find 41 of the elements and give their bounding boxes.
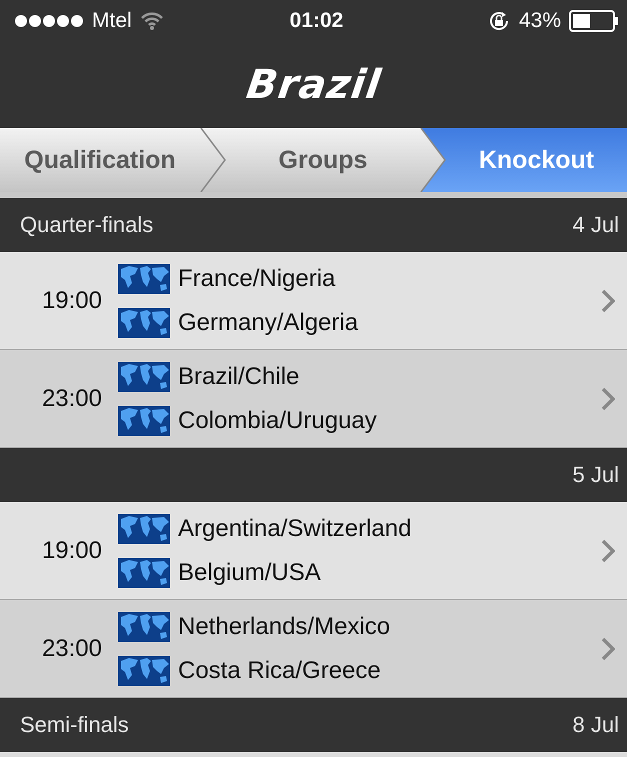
chevron-icon [601, 386, 615, 410]
world-map-icon [118, 612, 170, 642]
match-teams: France/Nigeria [178, 264, 336, 292]
world-map-icon [118, 406, 170, 436]
section-title: Quarter-finals [20, 212, 154, 238]
match-time: 23:00 [40, 634, 102, 662]
world-map-icon [118, 308, 170, 338]
match-row[interactable]: 19:00 France/Nigeria Germany/Algeria [0, 252, 627, 350]
signal-icon [14, 14, 84, 28]
chevron-icon [601, 636, 615, 660]
match-time: 19:00 [40, 286, 102, 314]
clock-time: 01:02 [290, 9, 344, 33]
match-teams: Colombia/Uruguay [178, 406, 377, 434]
section-date: 8 Jul [572, 712, 619, 738]
world-map-icon [118, 656, 170, 686]
wifi-icon [140, 11, 164, 31]
world-map-icon [118, 514, 170, 544]
app-logo: Brazil [243, 62, 384, 108]
match-teams: Argentina/Switzerland [178, 514, 412, 542]
battery-icon [569, 10, 619, 32]
match-row[interactable]: 23:00 Brazil/Chile Colombia/Uruguay [0, 350, 627, 448]
match-time: 23:00 [40, 384, 102, 412]
carrier-name: Mtel [92, 9, 132, 33]
match-teams: Germany/Algeria [178, 308, 358, 336]
match-teams: Costa Rica/Greece [178, 656, 381, 684]
tab[interactable]: Qualification [0, 128, 200, 192]
match-row[interactable]: 23:00 Netherlands/Mexico Costa Rica/Greece [0, 600, 627, 698]
match-teams: Belgium/USA [178, 558, 321, 586]
match-row[interactable]: 19:00 Argentina/Switzerland Belgium/USA [0, 502, 627, 600]
section-date: 4 Jul [572, 212, 619, 238]
match-teams: Brazil/Chile [178, 362, 300, 390]
battery-percent: 43% [518, 9, 561, 33]
match-teams: Netherlands/Mexico [178, 612, 390, 640]
world-map-icon [118, 362, 170, 392]
match-time: 19:00 [40, 536, 102, 564]
section-date: 5 Jul [572, 462, 619, 488]
section-title: Semi-finals [20, 712, 129, 738]
chevron-icon [601, 538, 615, 562]
world-map-icon [118, 558, 170, 588]
world-map-icon [118, 264, 170, 294]
chevron-icon [601, 288, 615, 312]
